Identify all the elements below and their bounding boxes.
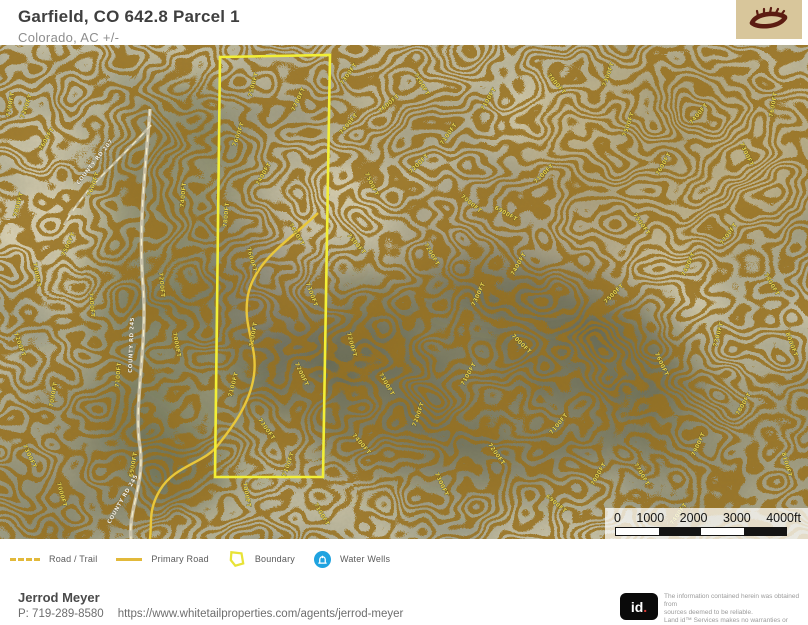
- agent-phone: P: 719-289-8580: [18, 608, 104, 620]
- legend-label: Road / Trail: [49, 554, 97, 564]
- photo-grain: [0, 45, 808, 539]
- legend-item-primary-road: Primary Road: [116, 554, 208, 564]
- legend-item-boundary: Boundary: [228, 550, 295, 568]
- agent-url: https://www.whitetailproperties.com/agen…: [118, 608, 404, 620]
- scale-bar-segments: [615, 527, 787, 536]
- scale-tick: 4000ft: [766, 511, 801, 525]
- agent-name: Jerrod Meyer: [18, 590, 403, 605]
- agent-info: Jerrod Meyer P: 719-289-8580 https://www…: [18, 590, 403, 620]
- scale-tick: 2000: [680, 511, 708, 525]
- boundary-polygon-icon: [228, 550, 246, 568]
- disclaimer: id. The information contained herein was…: [620, 593, 800, 625]
- page-subtitle: Colorado, AC +/-: [18, 30, 240, 45]
- scale-bar: 0 1000 2000 3000 4000ft: [605, 508, 808, 539]
- topo-map: 7700FT7200FT7600FT7800FT7500FT7400FT7200…: [0, 45, 808, 539]
- disclaimer-text: The information contained herein was obt…: [664, 593, 800, 625]
- brand-logo: [736, 0, 802, 39]
- scale-bar-ticks: 0 1000 2000 3000 4000ft: [605, 508, 808, 525]
- legend-item-water-wells: Water Wells: [314, 551, 390, 568]
- map-legend: Road / Trail Primary Road Boundary Water…: [0, 539, 808, 579]
- scale-tick: 1000: [636, 511, 664, 525]
- scale-tick: 0: [614, 511, 621, 525]
- legend-label: Water Wells: [340, 554, 390, 564]
- land-id-logo: id.: [620, 593, 658, 620]
- map-canvas: 7700FT7200FT7600FT7800FT7500FT7400FT7200…: [0, 45, 808, 539]
- legend-label: Primary Road: [151, 554, 208, 564]
- legend-item-road-trail: Road / Trail: [10, 554, 97, 564]
- map-report-page: Garfield, CO 642.8 Parcel 1 Colorado, AC…: [0, 0, 808, 625]
- legend-label: Boundary: [255, 554, 295, 564]
- header: Garfield, CO 642.8 Parcel 1 Colorado, AC…: [18, 7, 240, 45]
- water-well-icon: [314, 551, 331, 568]
- road-trail-dash-icon: [10, 558, 40, 561]
- primary-road-line-icon: [116, 558, 142, 561]
- scale-tick: 3000: [723, 511, 751, 525]
- page-title: Garfield, CO 642.8 Parcel 1: [18, 7, 240, 27]
- antler-icon: [744, 6, 794, 34]
